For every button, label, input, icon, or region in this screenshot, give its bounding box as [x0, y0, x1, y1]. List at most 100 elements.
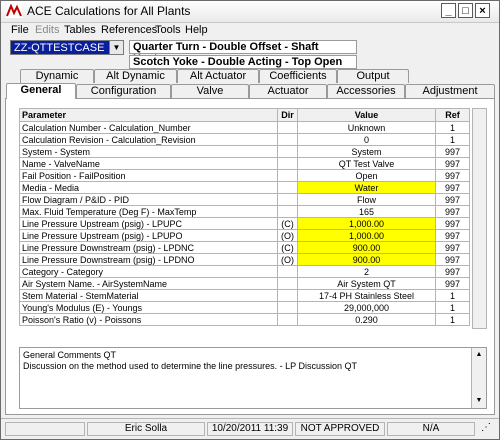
- comments-box[interactable]: General Comments QT Discussion on the me…: [19, 347, 487, 409]
- comments-text: Discussion on the method used to determi…: [23, 361, 357, 371]
- ref-cell: 997: [435, 169, 470, 182]
- status-user: Eric Solla: [87, 422, 205, 436]
- tab-valve[interactable]: Valve: [171, 84, 249, 98]
- app-window: ACE Calculations for All Plants _ □ × Fi…: [0, 0, 500, 440]
- param-cell: Name - ValveName: [19, 157, 278, 170]
- table-row[interactable]: Line Pressure Downstream (psig) - LPDNC(…: [19, 241, 470, 254]
- table-row[interactable]: Media - Media Water 997: [19, 181, 470, 194]
- tab-general[interactable]: General: [6, 83, 76, 99]
- value-cell[interactable]: 0: [297, 133, 436, 146]
- menu-edits[interactable]: Edits: [35, 24, 59, 36]
- ref-cell: 997: [435, 277, 470, 290]
- column-header-parameter[interactable]: Parameter: [19, 108, 278, 122]
- status-bar: Eric Solla 10/20/2011 11:39 NOT APPROVED…: [1, 418, 499, 439]
- tab-configuration[interactable]: Configuration: [76, 84, 171, 98]
- value-cell[interactable]: 1,000.00: [297, 229, 436, 242]
- ref-cell: 997: [435, 253, 470, 266]
- param-cell: Calculation Revision - Calculation_Revis…: [19, 133, 278, 146]
- ref-cell: 997: [435, 265, 470, 278]
- table-row[interactable]: Calculation Revision - Calculation_Revis…: [19, 133, 470, 146]
- tab-alt-dynamic[interactable]: Alt Dynamic: [94, 69, 177, 83]
- value-cell[interactable]: 0.290: [297, 313, 436, 326]
- maximize-button[interactable]: □: [458, 3, 473, 18]
- table-row[interactable]: Name - ValveName QT Test Valve 997: [19, 157, 470, 170]
- menu-help[interactable]: Help: [185, 24, 208, 36]
- value-cell[interactable]: Unknown: [297, 121, 436, 134]
- value-cell[interactable]: 165: [297, 205, 436, 218]
- table-row[interactable]: System - System System 997: [19, 145, 470, 158]
- table-row[interactable]: Poisson's Ratio (v) - Poissons 0.290 1: [19, 313, 470, 326]
- value-cell[interactable]: System: [297, 145, 436, 158]
- tab-coefficients[interactable]: Coefficients: [259, 69, 337, 83]
- scroll-down-icon[interactable]: ▼: [472, 394, 486, 408]
- table-row[interactable]: Line Pressure Downstream (psig) - LPDNO(…: [19, 253, 470, 266]
- menu-tools[interactable]: Tools: [155, 24, 181, 36]
- ref-cell: 1: [435, 313, 470, 326]
- value-cell[interactable]: Flow: [297, 193, 436, 206]
- value-cell[interactable]: 900.00: [297, 253, 436, 266]
- table-row[interactable]: Line Pressure Upstream (psig) - LPUPO (O)…: [19, 229, 470, 242]
- ref-cell: 997: [435, 157, 470, 170]
- table-row[interactable]: Air System Name. - AirSystemName Air Syst…: [19, 277, 470, 290]
- value-cell[interactable]: 1,000.00: [297, 217, 436, 230]
- value-cell[interactable]: 900.00: [297, 241, 436, 254]
- tab-accessories[interactable]: Accessories: [327, 84, 405, 98]
- dir-cell: (C): [277, 241, 298, 254]
- value-cell[interactable]: Water: [297, 181, 436, 194]
- table-row[interactable]: Stem Material - StemMaterial 17-4 PH Stai…: [19, 289, 470, 302]
- parameter-grid: Parameter Dir Value Ref Calculation Numb…: [19, 108, 470, 326]
- menu-references[interactable]: References: [101, 24, 157, 36]
- value-cell[interactable]: 2: [297, 265, 436, 278]
- dir-cell: [277, 133, 298, 146]
- dir-cell: [277, 157, 298, 170]
- general-tab-panel: Parameter Dir Value Ref Calculation Numb…: [5, 98, 495, 415]
- table-row[interactable]: Max. Fluid Temperature (Deg F) - MaxTemp…: [19, 205, 470, 218]
- param-cell: Line Pressure Upstream (psig) - LPUPO: [19, 229, 278, 242]
- table-row[interactable]: Flow Diagram / P&ID - PID Flow 997: [19, 193, 470, 206]
- param-cell: Max. Fluid Temperature (Deg F) - MaxTemp: [19, 205, 278, 218]
- tab-output[interactable]: Output: [337, 69, 409, 83]
- minimize-button[interactable]: _: [441, 3, 456, 18]
- table-row[interactable]: Fail Position - FailPosition Open 997: [19, 169, 470, 182]
- value-cell[interactable]: Open: [297, 169, 436, 182]
- menu-file[interactable]: File: [11, 24, 29, 36]
- app-logo-icon: [6, 4, 22, 18]
- ref-cell: 997: [435, 193, 470, 206]
- dir-cell: (C): [277, 217, 298, 230]
- value-cell[interactable]: 29,000,000: [297, 301, 436, 314]
- column-header-dir[interactable]: Dir: [277, 108, 298, 122]
- value-cell[interactable]: Air System QT: [297, 277, 436, 290]
- chevron-down-icon[interactable]: ▼: [109, 41, 123, 54]
- tab-adjustment-factors[interactable]: Adjustment Factors: [405, 84, 495, 110]
- tab-alt-actuator[interactable]: Alt Actuator: [177, 69, 259, 83]
- tab-actuator[interactable]: Actuator: [249, 84, 327, 98]
- grid-scrollbar[interactable]: [472, 108, 487, 329]
- table-row[interactable]: Young's Modulus (E) - Youngs 29,000,000 1: [19, 301, 470, 314]
- status-approval: NOT APPROVED: [295, 422, 385, 436]
- menu-tables[interactable]: Tables: [64, 24, 96, 36]
- dir-cell: [277, 193, 298, 206]
- param-cell: Calculation Number - Calculation_Number: [19, 121, 278, 134]
- status-na: N/A: [387, 422, 475, 436]
- ref-cell: 997: [435, 241, 470, 254]
- dir-cell: [277, 289, 298, 302]
- table-row[interactable]: Category - Category 2 997: [19, 265, 470, 278]
- comments-scrollbar[interactable]: ▲ ▼: [471, 348, 486, 408]
- dir-cell: [277, 313, 298, 326]
- tab-dynamic[interactable]: Dynamic: [20, 69, 94, 83]
- column-header-value[interactable]: Value: [297, 108, 436, 122]
- case-select-value: ZZ-QTTESTCASE: [14, 42, 105, 54]
- table-row[interactable]: Calculation Number - Calculation_Number U…: [19, 121, 470, 134]
- ref-cell: 997: [435, 205, 470, 218]
- ref-cell: 997: [435, 229, 470, 242]
- close-button[interactable]: ×: [475, 3, 490, 18]
- value-cell[interactable]: QT Test Valve: [297, 157, 436, 170]
- title-bar[interactable]: ACE Calculations for All Plants _ □ ×: [1, 1, 499, 23]
- param-cell: Media - Media: [19, 181, 278, 194]
- table-row[interactable]: Line Pressure Upstream (psig) - LPUPC (C)…: [19, 217, 470, 230]
- value-cell[interactable]: 17-4 PH Stainless Steel: [297, 289, 436, 302]
- scroll-up-icon[interactable]: ▲: [472, 348, 486, 362]
- column-header-ref[interactable]: Ref: [435, 108, 470, 122]
- case-select[interactable]: ZZ-QTTESTCASE ▼: [10, 40, 124, 55]
- resize-grip-icon[interactable]: ⋰: [477, 422, 495, 436]
